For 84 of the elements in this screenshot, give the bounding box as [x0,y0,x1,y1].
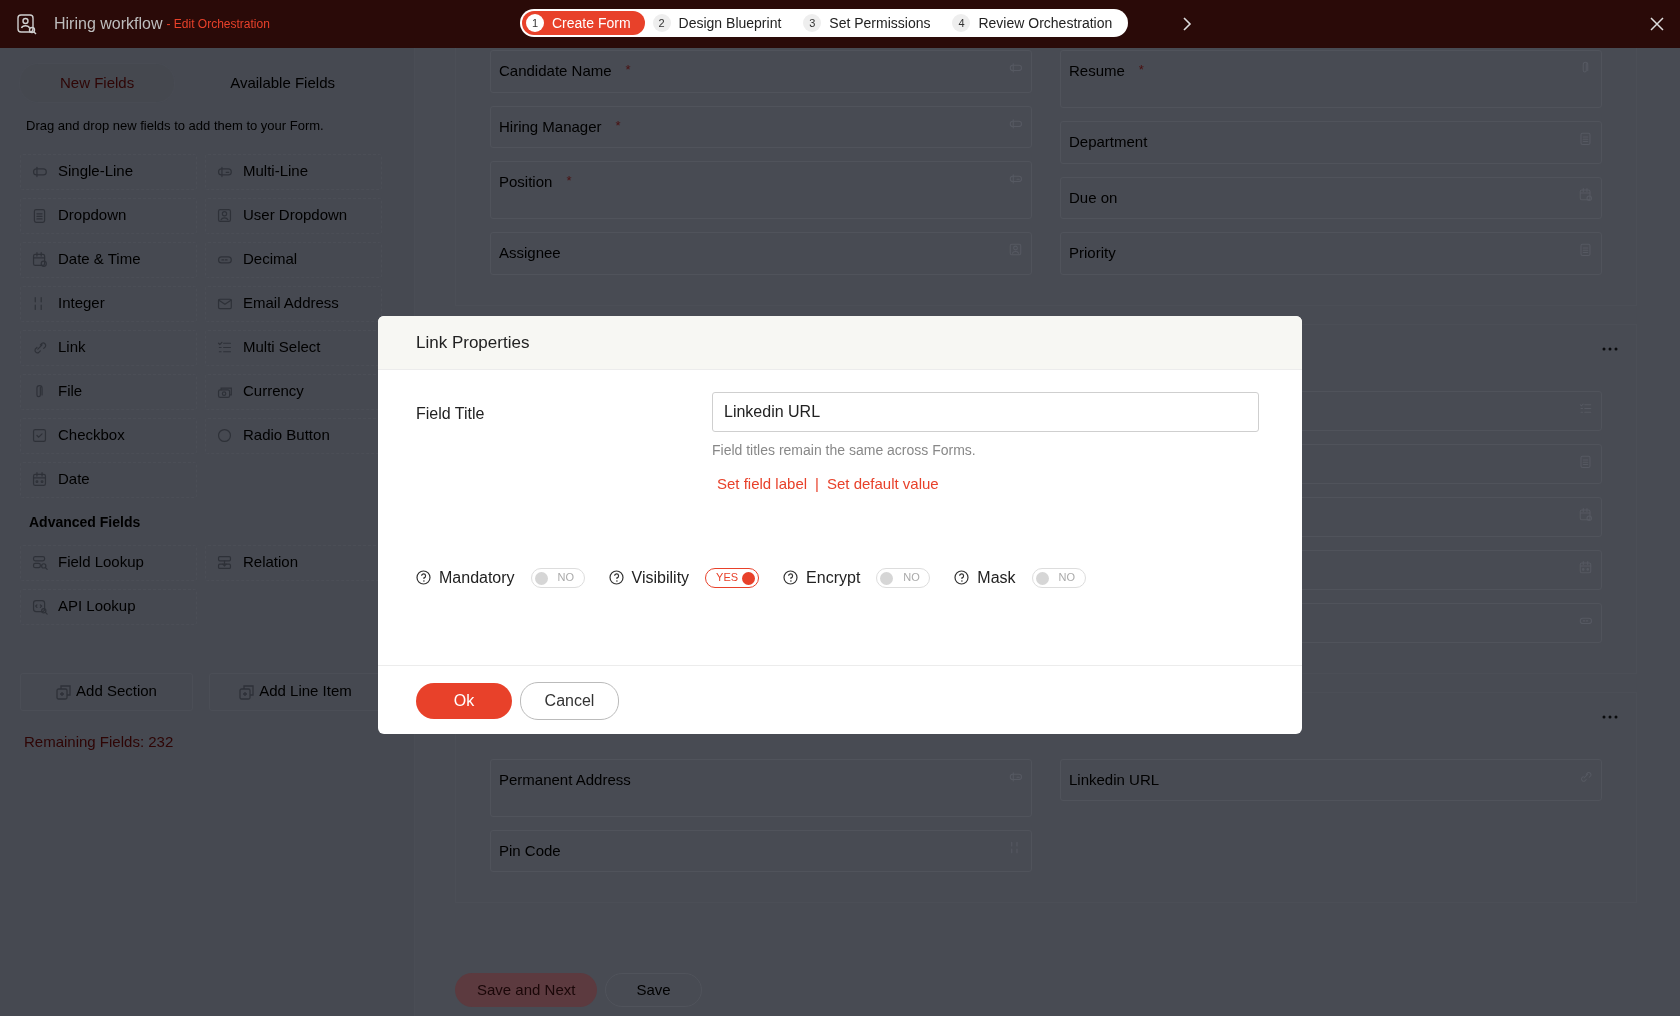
help-icon[interactable] [416,570,431,585]
checkbox-icon [31,427,48,444]
add-button[interactable]: Add Section [20,672,193,711]
field-type-item[interactable]: Date & Time [20,241,197,278]
form-field[interactable]: Position * [490,161,1032,219]
field-type-item[interactable]: User Dropdown [205,197,382,234]
form-field[interactable]: Linkedin URL [1060,758,1602,801]
field-label: Priority [1069,243,1116,263]
step-tab[interactable]: 1 Create Form [522,11,645,35]
help-icon[interactable] [954,570,970,585]
field-type-item[interactable]: Date [20,461,197,498]
toggle-label: Visibility [631,567,690,588]
field-label: Department [1069,132,1148,152]
text-link[interactable]: Set field label [717,473,808,496]
field-label: Position [499,172,553,192]
panel-tab[interactable]: Available Fields [190,64,375,102]
separator: | [815,474,819,494]
form-field[interactable]: Candidate Name * [490,50,1032,93]
required-mark: * [615,116,621,135]
field-label: Assignee [499,243,561,263]
field-type-item[interactable]: Decimal [205,241,382,278]
form-field[interactable]: Due on [1060,176,1602,219]
help-text: Field titles remain the same across Forms. [712,441,977,460]
app-title: Hiring workflow [54,14,163,34]
chevron-right-icon[interactable] [1181,16,1193,32]
toggle-label: Mask [977,567,1016,588]
form-field[interactable]: Assignee [490,232,1032,275]
help-icon[interactable] [608,570,624,585]
help-icon[interactable] [783,570,799,585]
form-field[interactable]: Pin Code [490,829,1032,872]
list-icon [31,207,48,224]
required-mark: * [625,61,631,79]
cancel-button[interactable]: Cancel [520,682,619,720]
group-heading: Advanced Fields [29,512,142,532]
field-type-item[interactable]: Field Lookup [20,544,197,581]
field-label: Pin Code [499,840,561,861]
add-copy-icon [56,683,73,700]
step-tab[interactable]: 4 Review Orchestration [948,11,1127,35]
add-copy-icon [239,683,256,700]
circle-icon [216,427,233,444]
form-field[interactable]: Permanent Address [490,758,1032,817]
toggle-label: Mandatory [439,567,515,588]
remaining-count: Remaining Fields: 232 [24,731,175,752]
field-type-item[interactable]: Single-Line [20,153,197,190]
user-icon [216,207,233,224]
form-field[interactable]: Hiring Manager * [490,105,1032,148]
field-label: Candidate Name [499,61,612,81]
field-type-item[interactable]: API Lookup [20,588,197,625]
ok-button[interactable]: Ok [416,683,512,719]
field-type-item[interactable]: Checkbox [20,417,197,454]
toggle-label: Encrypt [806,567,861,588]
field-label: Hiring Manager [499,116,602,137]
field-type-item[interactable]: Integer [20,285,197,322]
relation-icon [216,554,233,571]
field-type-item[interactable]: Email Address [205,285,382,322]
link-icon [31,339,48,356]
field-type-item[interactable]: Multi-Line [205,153,382,190]
field-type-item[interactable]: Link [20,329,197,366]
lookup-icon [31,554,48,571]
field-label: Field Title [416,404,486,424]
field-label: Permanent Address [499,769,631,790]
field-type-item[interactable]: Dropdown [20,197,197,234]
field-label: Linkedin URL [1069,769,1160,790]
save-next-button[interactable]: Save and Next [455,973,598,1007]
dialog-title: Link Properties [416,331,530,354]
form-field[interactable]: Priority [1060,232,1602,275]
field-type-item[interactable]: File [20,373,197,410]
close-icon[interactable] [1650,17,1664,31]
hint-text: Drag and drop new fields to add them to your Form. [26,117,325,135]
code-search-icon [31,598,48,615]
required-mark: * [566,172,572,190]
text-link[interactable]: Set default value [826,473,939,496]
form-field[interactable]: Resume * [1060,50,1602,108]
calendar-icon [31,471,48,488]
field-label: Due on [1069,187,1118,208]
step-tab[interactable]: 2 Design Blueprint [648,11,796,35]
form-field[interactable]: Department [1060,121,1602,164]
workflow-logo-icon [16,13,38,35]
calendar-clock-icon [31,251,48,268]
required-mark: * [1138,61,1144,79]
field-label: Resume [1069,61,1125,81]
subtitle: - Edit Orchestration [166,16,270,33]
text-input[interactable]: Linkedin URL [712,392,1259,432]
step-tab[interactable]: 3 Set Permissions [799,11,945,35]
